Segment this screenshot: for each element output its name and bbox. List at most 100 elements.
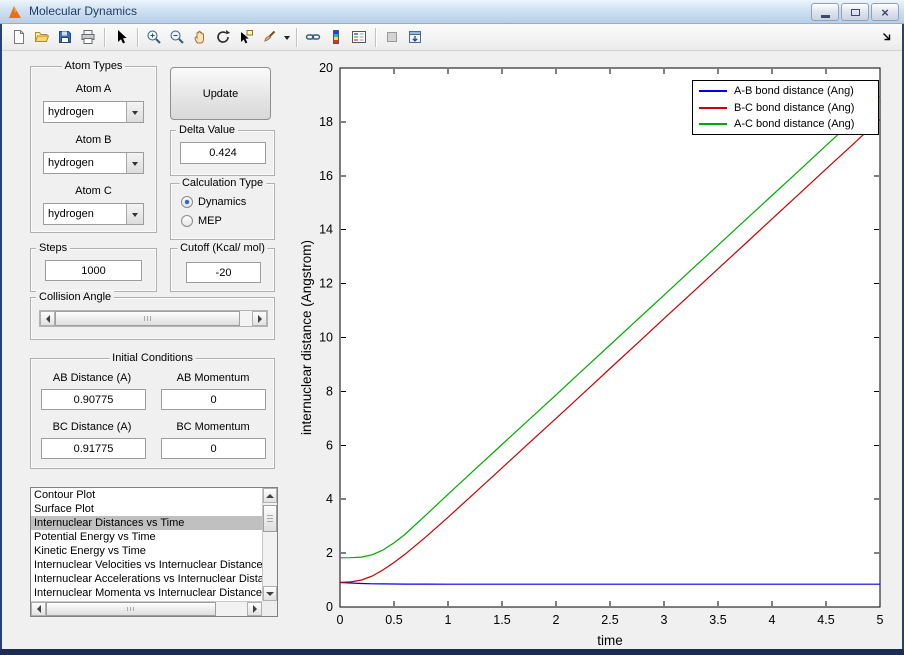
cutoff-panel-title: Cutoff (Kcal/ mol) xyxy=(177,242,268,254)
print-figure-button[interactable] xyxy=(77,26,99,48)
insert-legend-button[interactable] xyxy=(348,26,370,48)
atom-c-label: Atom C xyxy=(75,185,112,197)
cutoff-field[interactable] xyxy=(186,262,261,283)
overflow-arrow-icon[interactable] xyxy=(882,32,892,42)
scroll-left-arrow[interactable] xyxy=(31,602,46,616)
new-figure-button[interactable] xyxy=(8,26,30,48)
brush-dropdown-icon[interactable] xyxy=(281,26,292,48)
bc-momentum-field[interactable] xyxy=(161,438,266,459)
atom-b-value: hydrogen xyxy=(48,157,94,169)
calculation-type-panel-title: Calculation Type xyxy=(178,177,267,189)
ab-distance-field[interactable] xyxy=(41,389,146,410)
atom-a-select[interactable]: hydrogen xyxy=(43,101,144,123)
listbox-vertical-scrollbar[interactable] xyxy=(262,488,277,601)
list-item[interactable]: Surface Plot xyxy=(31,502,262,516)
atom-a-value: hydrogen xyxy=(48,106,94,118)
dynamics-radio-label[interactable]: Dynamics xyxy=(198,196,246,208)
mep-radio[interactable] xyxy=(181,215,193,227)
svg-text:4.5: 4.5 xyxy=(817,613,834,627)
delta-value-field[interactable] xyxy=(180,142,266,164)
legend-swatch xyxy=(699,106,727,109)
ab-momentum-label: AB Momentum xyxy=(176,372,250,384)
atom-c-select[interactable]: hydrogen xyxy=(43,203,144,225)
close-button[interactable]: × xyxy=(871,3,899,21)
svg-text:8: 8 xyxy=(326,384,333,398)
zoom-out-button[interactable] xyxy=(166,26,188,48)
scroll-right-arrow[interactable] xyxy=(247,602,262,616)
list-item[interactable]: Contour Plot xyxy=(31,488,262,502)
slider-thumb[interactable] xyxy=(55,311,240,326)
vertical-scroll-thumb[interactable] xyxy=(263,505,277,532)
listbox-horizontal-scrollbar[interactable] xyxy=(31,601,262,616)
minimize-button[interactable] xyxy=(811,3,839,21)
dynamics-radio[interactable] xyxy=(181,196,193,208)
chevron-down-icon[interactable] xyxy=(126,204,143,224)
list-item[interactable]: Internuclear Distances vs Time xyxy=(31,516,262,530)
data-cursor-icon xyxy=(241,30,253,44)
cutoff-panel: Cutoff (Kcal/ mol) xyxy=(170,242,275,292)
edit-plot-button[interactable] xyxy=(110,26,132,48)
slider-left-arrow[interactable] xyxy=(40,311,55,326)
link-chain-icon xyxy=(305,34,321,40)
list-item[interactable]: Internuclear Momenta vs Internuclear Dis… xyxy=(31,586,262,600)
insert-colorbar-button[interactable] xyxy=(325,26,347,48)
zoom-in-button[interactable] xyxy=(143,26,165,48)
scroll-up-arrow[interactable] xyxy=(263,488,277,503)
slider-right-arrow[interactable] xyxy=(252,311,267,326)
svg-text:16: 16 xyxy=(319,169,333,183)
collision-angle-panel-title: Collision Angle xyxy=(36,291,115,303)
restore-button[interactable] xyxy=(841,3,869,21)
brush-data-button[interactable] xyxy=(258,26,280,48)
list-item[interactable]: Internuclear Velocities vs Internuclear … xyxy=(31,558,262,572)
open-file-button[interactable] xyxy=(31,26,53,48)
save-figure-button[interactable] xyxy=(54,26,76,48)
mep-radio-label[interactable]: MEP xyxy=(198,215,222,227)
bc-distance-field[interactable] xyxy=(41,438,146,459)
atom-b-select[interactable]: hydrogen xyxy=(43,152,144,174)
ab-momentum-field[interactable] xyxy=(161,389,266,410)
axes-canvas[interactable]: 0 0.5 1 1.5 2 2.5 3 3.5 4 4.5 5 0 2 4 6 8 10 12 14 16 18 20 ti… xyxy=(300,55,904,649)
steps-panel: Steps xyxy=(30,242,157,292)
svg-text:1.5: 1.5 xyxy=(493,613,510,627)
svg-text:6: 6 xyxy=(326,438,333,452)
hide-plot-tools-button[interactable] xyxy=(381,26,403,48)
chevron-down-icon[interactable] xyxy=(126,153,143,173)
pan-button[interactable] xyxy=(189,26,211,48)
hide-plot-tools-icon xyxy=(387,32,397,42)
plot-type-listbox[interactable]: Contour Plot Surface Plot Internuclear D… xyxy=(30,487,278,617)
list-item[interactable]: Kinetic Energy vs Time xyxy=(31,544,262,558)
minimize-icon xyxy=(820,14,830,18)
data-cursor-button[interactable] xyxy=(235,26,257,48)
titlebar[interactable]: Molecular Dynamics × xyxy=(0,0,904,24)
initial-conditions-panel: Initial Conditions AB Distance (A) AB Mo… xyxy=(30,352,275,469)
rotate-3d-button[interactable] xyxy=(212,26,234,48)
legend-entry: A-B bond distance (Ang) xyxy=(693,83,878,99)
scrollbar-corner xyxy=(262,601,277,616)
listbox-items: Contour Plot Surface Plot Internuclear D… xyxy=(31,488,262,601)
svg-text:2.5: 2.5 xyxy=(601,613,618,627)
horizontal-scroll-thumb[interactable] xyxy=(46,602,216,616)
svg-text:3: 3 xyxy=(661,613,668,627)
steps-field[interactable] xyxy=(45,260,142,281)
scroll-down-arrow[interactable] xyxy=(263,586,277,601)
bc-distance-label: BC Distance (A) xyxy=(52,421,132,433)
collision-angle-slider[interactable] xyxy=(39,310,268,327)
colorbar-icon xyxy=(333,30,339,44)
window-title: Molecular Dynamics xyxy=(29,4,138,18)
link-plot-button[interactable] xyxy=(302,26,324,48)
ab-distance-label: AB Distance (A) xyxy=(52,372,132,384)
list-item[interactable]: Internuclear Accelerations vs Internucle… xyxy=(31,572,262,586)
plot-legend[interactable]: A-B bond distance (Ang) B-C bond distanc… xyxy=(692,80,879,135)
dock-figure-button[interactable] xyxy=(404,26,426,48)
restore-icon xyxy=(850,8,860,16)
brush-icon xyxy=(264,30,276,42)
svg-text:14: 14 xyxy=(319,223,333,237)
update-button[interactable]: Update xyxy=(170,67,271,120)
window-controls: × xyxy=(811,3,899,21)
molecular-dynamics-window: Molecular Dynamics × Atom Types Atom A h… xyxy=(0,0,904,655)
close-icon: × xyxy=(881,4,889,20)
list-item[interactable]: Potential Energy vs Time xyxy=(31,530,262,544)
collision-angle-panel: Collision Angle xyxy=(30,291,275,340)
legend-entry: A-C bond distance (Ang) xyxy=(693,116,878,132)
chevron-down-icon[interactable] xyxy=(126,102,143,122)
